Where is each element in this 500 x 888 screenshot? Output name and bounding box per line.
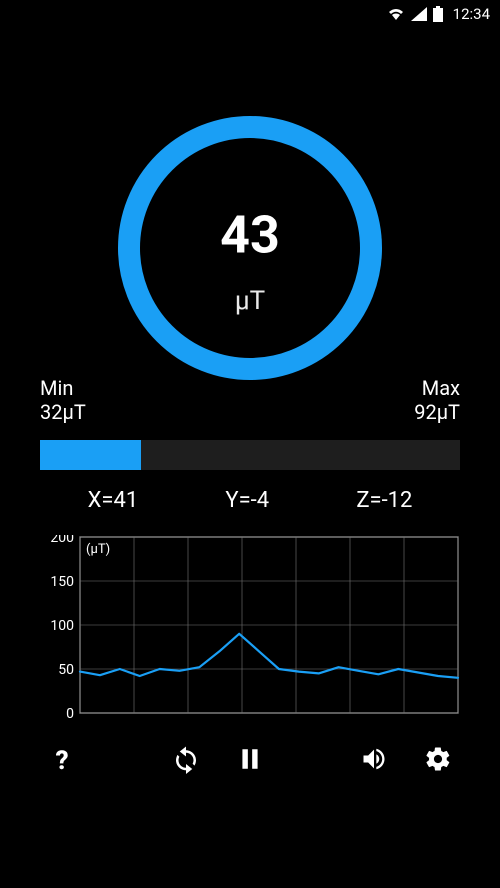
status-time: 12:34 [453,5,490,23]
max-block: Max 92μT [414,376,460,424]
volume-icon [360,745,388,777]
gear-icon [424,745,452,777]
toolbar: ? [40,743,460,779]
chart: 0 50 100 150 200 (μT) [40,535,460,725]
pause-button[interactable] [232,743,268,779]
min-value: 32μT [40,400,86,424]
svg-text:(μT): (μT) [86,542,110,557]
axis-z: Z=-12 [356,488,412,513]
svg-text:100: 100 [50,618,74,634]
pause-icon [237,746,263,776]
svg-text:0: 0 [66,706,74,722]
help-icon: ? [55,746,68,776]
svg-text:50: 50 [58,662,74,678]
help-button[interactable]: ? [44,743,80,779]
signal-icon [411,7,427,21]
axis-x: X=41 [88,488,139,513]
gauge-value: 43 [220,205,280,266]
sound-button[interactable] [356,743,392,779]
status-bar: 12:34 [0,0,500,28]
strength-bar [40,440,460,470]
refresh-icon [171,744,201,778]
max-label: Max [414,376,460,400]
axis-y: Y=-4 [225,488,269,513]
gauge: 43 μT Min 32μT Max 92μT [40,88,460,408]
axis-readout: X=41 Y=-4 Z=-12 [40,488,460,513]
refresh-button[interactable] [168,743,204,779]
strength-bar-fill [40,440,141,470]
min-label: Min [40,376,86,400]
gauge-unit: μT [235,286,265,316]
chart-svg: 0 50 100 150 200 (μT) [40,535,460,725]
wifi-icon [387,7,405,21]
max-value: 92μT [414,400,460,424]
min-block: Min 32μT [40,376,86,424]
svg-text:200: 200 [50,535,74,546]
svg-text:150: 150 [50,574,74,590]
battery-icon [433,6,443,22]
settings-button[interactable] [420,743,456,779]
